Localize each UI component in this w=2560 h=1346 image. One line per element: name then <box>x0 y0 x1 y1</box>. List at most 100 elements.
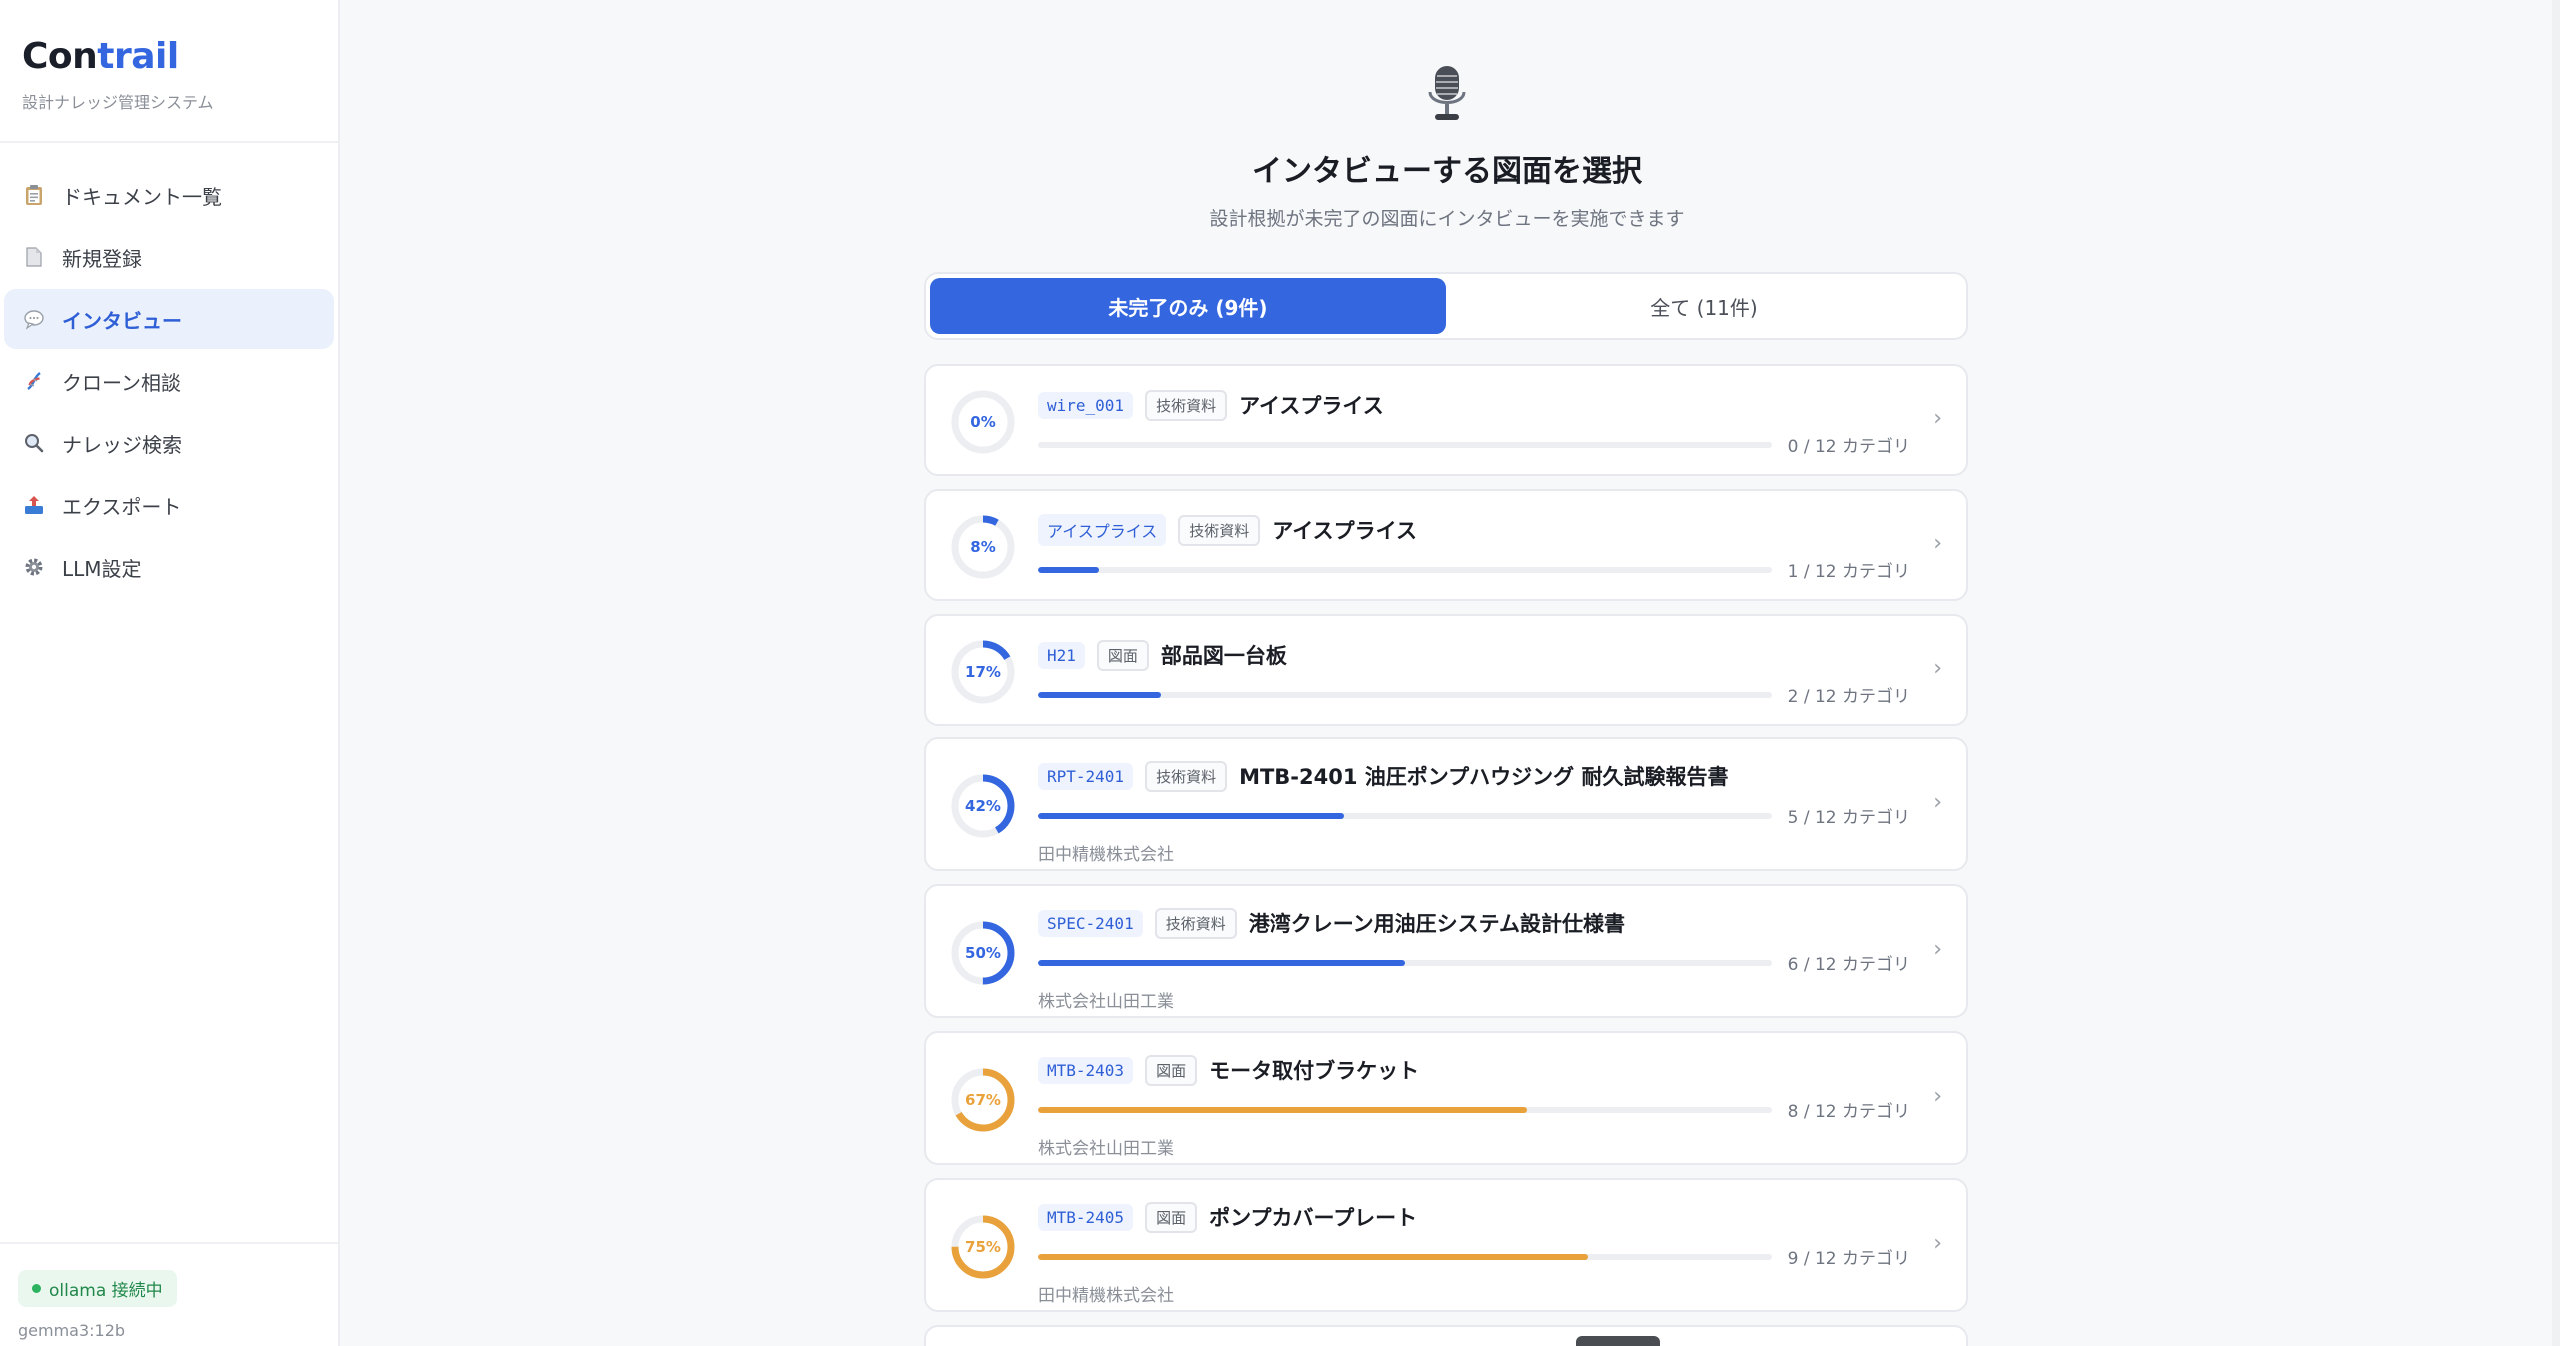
progress-ring: 17% <box>951 640 1015 704</box>
speech-bubble-icon <box>22 307 46 331</box>
progress-ring: 75% <box>951 1215 1015 1279</box>
progress-row: 1 / 12 カテゴリ <box>1038 557 1910 582</box>
drawing-type-tag: 技術資料 <box>1154 907 1237 939</box>
drawing-code-tag: RPT-2401 <box>1038 762 1134 790</box>
progress-fill <box>1038 1253 1589 1260</box>
sidebar-item-label: クローン相談 <box>62 370 181 395</box>
progress-ring: 67% <box>951 1068 1015 1132</box>
progress-track <box>1038 1253 1772 1260</box>
card-title-row: MTB-2405 図面 ポンプカバープレート <box>1038 1200 1910 1234</box>
card-body: RPT-2401 技術資料 MTB-2401 油圧ポンプハウジング 耐久試験報告… <box>1038 759 1910 865</box>
progress-track <box>1038 691 1772 698</box>
category-count: 2 / 12 カテゴリ <box>1787 687 1910 707</box>
card-body: SPEC-2401 技術資料 港湾クレーン用油圧システム設計仕様書 6 / 12… <box>1038 906 1910 1012</box>
sidebar-item-documents[interactable]: ドキュメント一覧 <box>4 165 334 225</box>
sidebar-item-interview[interactable]: インタビュー <box>4 289 334 349</box>
card-title-row: RPT-2401 技術資料 MTB-2401 油圧ポンプハウジング 耐久試験報告… <box>1038 759 1910 793</box>
model-name: gemma3:12b <box>18 1321 126 1340</box>
clipboard-icon <box>22 183 46 207</box>
drawing-card[interactable]: 50% SPEC-2401 技術資料 港湾クレーン用油圧システム設計仕様書 6 … <box>924 884 1968 1018</box>
chevron-right-icon: › <box>1933 1084 1942 1109</box>
category-count: 0 / 12 カテゴリ <box>1787 437 1910 457</box>
progress-track <box>1038 812 1772 819</box>
progress-row: 9 / 12 カテゴリ <box>1038 1244 1910 1269</box>
drawing-card[interactable]: 17% H21 図面 部品図一台板 2 / 12 カテゴリ › <box>924 614 1968 726</box>
sidebar-item-label: ナレッジ検索 <box>62 432 182 457</box>
sidebar-item-search[interactable]: ナレッジ検索 <box>4 413 334 473</box>
drawing-card-partial[interactable] <box>924 1325 1968 1346</box>
drawing-type-tag: 技術資料 <box>1145 389 1228 421</box>
drawing-card[interactable]: 75% MTB-2405 図面 ポンプカバープレート 9 / 12 カテゴリ 田… <box>924 1178 1968 1312</box>
sidebar-item-label: エクスポート <box>62 494 182 519</box>
progress-percent: 17% <box>965 663 1001 681</box>
drawing-code-tag: SPEC-2401 <box>1038 909 1143 937</box>
progress-fill <box>1038 691 1161 698</box>
tab-all[interactable]: 全て (11件) <box>1446 278 1962 334</box>
category-count: 9 / 12 カテゴリ <box>1787 1249 1910 1269</box>
status-text: ollama 接続中 <box>49 1281 163 1301</box>
gear-icon <box>22 555 46 579</box>
status-badge: ollama 接続中 <box>18 1270 177 1307</box>
scroll-hint[interactable] <box>1576 1336 1660 1346</box>
sidebar-item-clone[interactable]: クローン相談 <box>4 351 334 411</box>
card-title-row: H21 図面 部品図一台板 <box>1038 638 1910 672</box>
app-subtitle: 設計ナレッジ管理システム <box>22 93 214 112</box>
drawing-card[interactable]: 67% MTB-2403 図面 モータ取付ブラケット 8 / 12 カテゴリ 株… <box>924 1031 1968 1165</box>
page-subtitle: 設計根拠が未完了の図面にインタビューを実施できます <box>1209 208 1685 230</box>
progress-fill <box>1038 566 1099 573</box>
progress-row: 2 / 12 カテゴリ <box>1038 682 1910 707</box>
drawing-code-tag: wire_001 <box>1038 391 1134 419</box>
microphone-icon <box>1428 66 1466 120</box>
drawing-type-tag: 図面 <box>1145 1054 1198 1086</box>
dna-icon <box>22 369 46 393</box>
sidebar-item-new[interactable]: 新規登録 <box>4 227 334 287</box>
drawing-title: 港湾クレーン用油圧システム設計仕様書 <box>1248 912 1626 936</box>
progress-fill <box>1038 959 1405 966</box>
drawing-type-tag: 図面 <box>1145 1201 1198 1233</box>
sidebar-item-llm-settings[interactable]: LLM設定 <box>4 537 334 597</box>
category-count: 5 / 12 カテゴリ <box>1787 808 1910 828</box>
drawing-title: アイスプライス <box>1272 519 1417 543</box>
progress-percent: 42% <box>965 797 1001 815</box>
progress-track <box>1038 441 1772 448</box>
progress-percent: 8% <box>970 538 995 556</box>
company-name: 田中精機株式会社 <box>1038 1286 1174 1306</box>
progress-percent: 50% <box>965 944 1001 962</box>
drawing-card[interactable]: 42% RPT-2401 技術資料 MTB-2401 油圧ポンプハウジング 耐久… <box>924 737 1968 871</box>
chevron-right-icon: › <box>1933 531 1942 556</box>
sidebar-item-export[interactable]: エクスポート <box>4 475 334 535</box>
main-content: インタビューする図面を選択 設計根拠が未完了の図面にインタビューを実施できます … <box>342 0 2552 1346</box>
company-name: 株式会社山田工業 <box>1038 992 1174 1012</box>
app-logo[interactable]: Contrail <box>22 36 316 77</box>
logo-text-con: Con <box>22 36 98 77</box>
outbox-icon <box>22 493 46 517</box>
drawing-title: 部品図一台板 <box>1160 644 1287 668</box>
page-title: インタビューする図面を選択 <box>1252 154 1642 189</box>
drawing-title: モータ取付ブラケット <box>1209 1059 1420 1083</box>
progress-track <box>1038 959 1772 966</box>
progress-row: 0 / 12 カテゴリ <box>1038 432 1910 457</box>
drawing-code-tag: MTB-2405 <box>1038 1203 1134 1231</box>
card-title-row: wire_001 技術資料 アイスプライス <box>1038 388 1910 422</box>
drawing-card[interactable]: 8% アイスプライス 技術資料 アイスプライス 1 / 12 カテゴリ › <box>924 489 1968 601</box>
sidebar: Contrail 設計ナレッジ管理システム ドキュメント一覧 新規登録 インタビ… <box>0 0 340 1346</box>
tab-incomplete-only[interactable]: 未完了のみ (9件) <box>930 278 1446 334</box>
progress-track <box>1038 566 1772 573</box>
card-body: H21 図面 部品図一台板 2 / 12 カテゴリ <box>1038 638 1910 707</box>
progress-row: 6 / 12 カテゴリ <box>1038 950 1910 975</box>
logo-text-trail: trail <box>97 36 179 77</box>
magnifier-icon <box>22 431 46 455</box>
drawing-type-tag: 図面 <box>1096 639 1149 671</box>
window-scrollbar[interactable] <box>2552 0 2560 1346</box>
chevron-right-icon: › <box>1933 406 1942 431</box>
card-title-row: MTB-2403 図面 モータ取付ブラケット <box>1038 1053 1910 1087</box>
category-count: 6 / 12 カテゴリ <box>1787 955 1910 975</box>
drawing-title: MTB-2401 油圧ポンプハウジング 耐久試験報告書 <box>1239 765 1729 789</box>
status-dot-icon <box>32 1284 41 1293</box>
sidebar-nav: ドキュメント一覧 新規登録 インタビュー クローン相談 ナレッジ検索 エクスポー… <box>0 143 338 621</box>
category-count: 1 / 12 カテゴリ <box>1787 562 1910 582</box>
document-icon <box>22 245 46 269</box>
drawing-card[interactable]: 0% wire_001 技術資料 アイスプライス 0 / 12 カテゴリ › <box>924 364 1968 476</box>
drawing-type-tag: 技術資料 <box>1145 760 1228 792</box>
sidebar-footer: ollama 接続中 gemma3:12b <box>0 1242 338 1346</box>
